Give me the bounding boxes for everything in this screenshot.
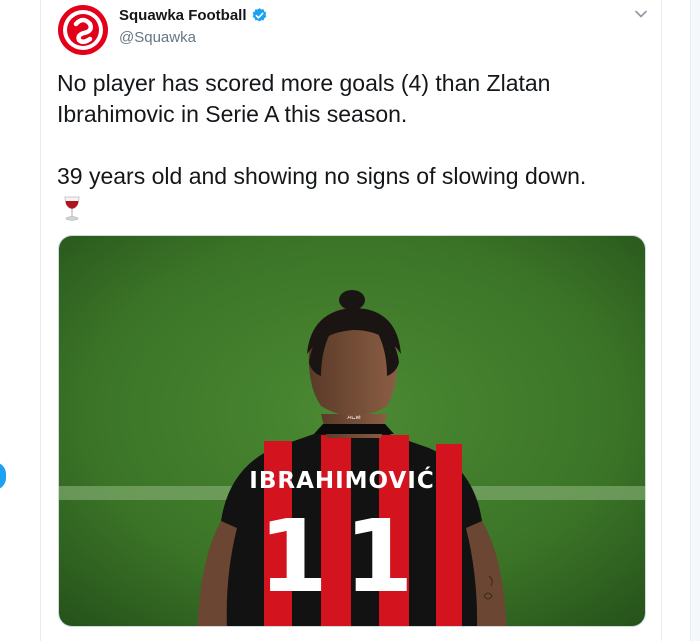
- avatar[interactable]: [57, 4, 109, 56]
- verified-badge-icon: [251, 7, 268, 24]
- handle[interactable]: @Squawka: [119, 29, 268, 46]
- user-block: Squawka Football @Squawka: [119, 7, 268, 46]
- left-edge-indicator: [0, 462, 6, 490]
- jersey-name: IBRAHIMOVIĆ: [249, 466, 434, 494]
- wine-glass-icon: [61, 196, 83, 222]
- display-name[interactable]: Squawka Football: [119, 7, 247, 24]
- display-name-row: Squawka Football: [119, 7, 268, 24]
- tweet-card[interactable]: Squawka Football @Squawka No player has …: [40, 0, 662, 641]
- jersey-number: 11: [258, 498, 429, 615]
- tweet-text-line: No player has scored more goals (4) than…: [57, 70, 551, 96]
- right-edge-panel: [690, 0, 700, 641]
- tweet-text: No player has scored more goals (4) than…: [57, 68, 647, 192]
- tweet-text-line: 39 years old and showing no signs of slo…: [57, 163, 587, 189]
- tweet-media-photo[interactable]: ACM IBRAHIMOVIĆ 11: [58, 235, 646, 627]
- squawka-logo-icon: [58, 5, 108, 55]
- tweet-text-line: Ibrahimovic in Serie A this season.: [57, 101, 408, 127]
- chevron-down-icon[interactable]: [633, 6, 649, 22]
